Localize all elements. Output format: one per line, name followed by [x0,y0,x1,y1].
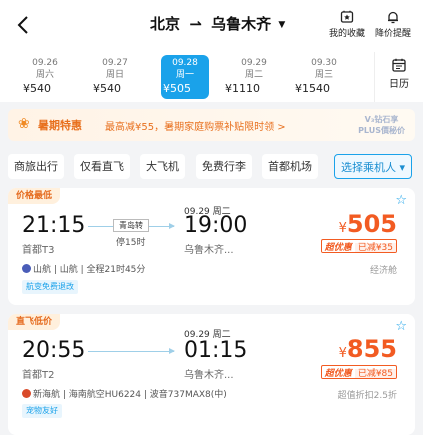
favorite-star-icon[interactable]: ☆ [395,319,407,334]
date-tab[interactable]: 09.29 周二 ¥1110 [225,55,278,99]
favorites-icon [340,10,354,23]
route-arrow-icon: ⇀ [189,15,202,33]
date-tab-selected[interactable]: 09.28 周一 ¥505 [161,55,209,99]
arrival-airport: 乌鲁木齐... [184,245,234,256]
airline-logo-icon [22,389,31,398]
date-price: ¥1110 [225,82,260,95]
airline-info: 山航 | 山航 | 全程21时45分 [22,262,145,275]
currency-symbol: ¥ [338,346,347,361]
price-amount: 505 [346,210,397,238]
date-price: ¥505 [163,82,191,95]
date-price: ¥540 [23,82,51,95]
departure-airport: 首都T3 [22,245,55,256]
flight-price: ¥855 [339,335,397,363]
destination-city: 乌鲁木齐 [211,15,272,33]
caret-down-icon: ▼ [278,19,286,30]
date-tab[interactable]: 09.30 周三 ¥1540 [295,55,348,99]
lowest-price-tag: 价格最低 [8,188,61,204]
plus-badge-line1: V₃钻石享 [364,115,399,124]
discount-amount: 已减¥35 [354,243,396,252]
price-alert-label: 降价提醒 [374,29,411,39]
route-selector[interactable]: 北京 ⇀ 乌鲁木齐 ▼ [150,13,285,34]
airline-text: 山航 | 山航 | 全程21时45分 [33,265,146,275]
direct-low-price-tag: 直飞低价 [8,314,61,330]
calendar-icon [392,58,406,72]
date-label: 09.30 [311,58,337,68]
date-label: 09.29 [241,58,267,68]
select-passenger-button[interactable]: 选择乘机人 ▾ [334,154,413,179]
departure-time: 21:15 [22,213,86,238]
stopover-duration: 停15时 [116,238,146,248]
airline-info: 新海航 | 海南航空HU6224 | 波音737MAX8(中) [22,387,227,400]
weekday-label: 周一 [175,70,194,80]
weekday-label: 周六 [35,70,54,80]
favorite-star-icon[interactable]: ☆ [395,193,407,208]
route-line [88,348,175,354]
flight-price: ¥505 [339,210,397,238]
arrival-time: 19:00 [184,213,248,238]
cabin-class: 超值折扣2.5折 [337,391,397,401]
price-alert-button[interactable]: 降价提醒 [371,10,415,39]
top-bar: 北京 ⇀ 乌鲁木齐 ▼ 我的收藏 降价提醒 [0,0,423,52]
promo-title: 暑期特惠 [38,119,82,132]
currency-symbol: ¥ [338,221,347,236]
arrival-time: 01:15 [184,338,248,363]
departure-time: 20:55 [22,338,86,363]
date-label: 09.28 [172,58,198,68]
departure-airport: 首都T2 [22,370,55,381]
date-tab[interactable]: 09.27 周日 ¥540 [91,55,139,99]
filter-business[interactable]: 商旅出行 [8,154,64,179]
date-label: 09.27 [102,58,128,68]
airline-text: 新海航 | 海南航空HU6224 | 波音737MAX8(中) [33,390,227,400]
calendar-button[interactable]: 日历 [374,52,423,102]
gift-icon: ❀ [18,116,30,132]
stopover-city: 青岛转 [113,219,149,232]
date-selector: 09.26 周六 ¥540 09.27 周日 ¥540 09.28 周一 ¥50… [0,52,423,102]
service-tag: 航变免费退改 [22,280,78,294]
back-arrow-icon[interactable] [14,14,34,36]
discount-badge: 超优惠 已减¥35 [320,239,397,253]
cabin-class: 经济舱 [369,266,397,276]
discount-label: 超优惠 [321,243,355,252]
airline-logo-icon [22,264,31,273]
date-price: ¥540 [93,82,121,95]
filter-direct[interactable]: 仅看直飞 [74,154,130,179]
origin-city: 北京 [150,15,181,33]
favorites-label: 我的收藏 [328,29,365,39]
favorites-button[interactable]: 我的收藏 [325,10,369,39]
weekday-label: 周三 [314,70,333,80]
flight-card[interactable]: 价格最低 ☆ 09.29 周二 21:15 青岛转 停15时 19:00 首都T… [8,188,415,305]
service-tag: 宠物友好 [22,404,62,418]
filter-free-baggage[interactable]: 免费行李 [196,154,252,179]
filter-bar: 商旅出行 仅看直飞 大飞机 免费行李 首都机场 选择乘机人 ▾ [0,150,423,184]
plus-badge-line2: PLUS價秘价 [358,126,405,135]
discount-label: 超优惠 [321,369,355,378]
plus-badge: V₃钻石享 PLUS價秘价 [358,114,405,136]
bell-icon [388,11,398,24]
date-price: ¥1540 [295,82,330,95]
promo-banner[interactable]: ❀ 暑期特惠 最高减¥55，暑期家庭购票补贴限时领 > V₃钻石享 PLUS價秘… [8,109,415,141]
price-amount: 855 [346,335,397,363]
discount-badge: 超优惠 已减¥85 [320,365,397,379]
date-label: 09.26 [32,58,58,68]
flight-card[interactable]: 直飞低价 ☆ 09.29 周二 20:55 01:15 首都T2 乌鲁木齐...… [8,314,415,435]
discount-amount: 已减¥85 [354,369,396,378]
filter-large-aircraft[interactable]: 大飞机 [140,154,185,179]
arrival-airport: 乌鲁木齐... [184,370,234,381]
filter-capital-airport[interactable]: 首都机场 [262,154,318,179]
weekday-label: 周日 [105,70,124,80]
weekday-label: 周二 [244,70,263,80]
calendar-label: 日历 [389,79,409,90]
date-tab[interactable]: 09.26 周六 ¥540 [21,55,69,99]
promo-text: 最高减¥55，暑期家庭购票补贴限时领 > [105,122,286,133]
